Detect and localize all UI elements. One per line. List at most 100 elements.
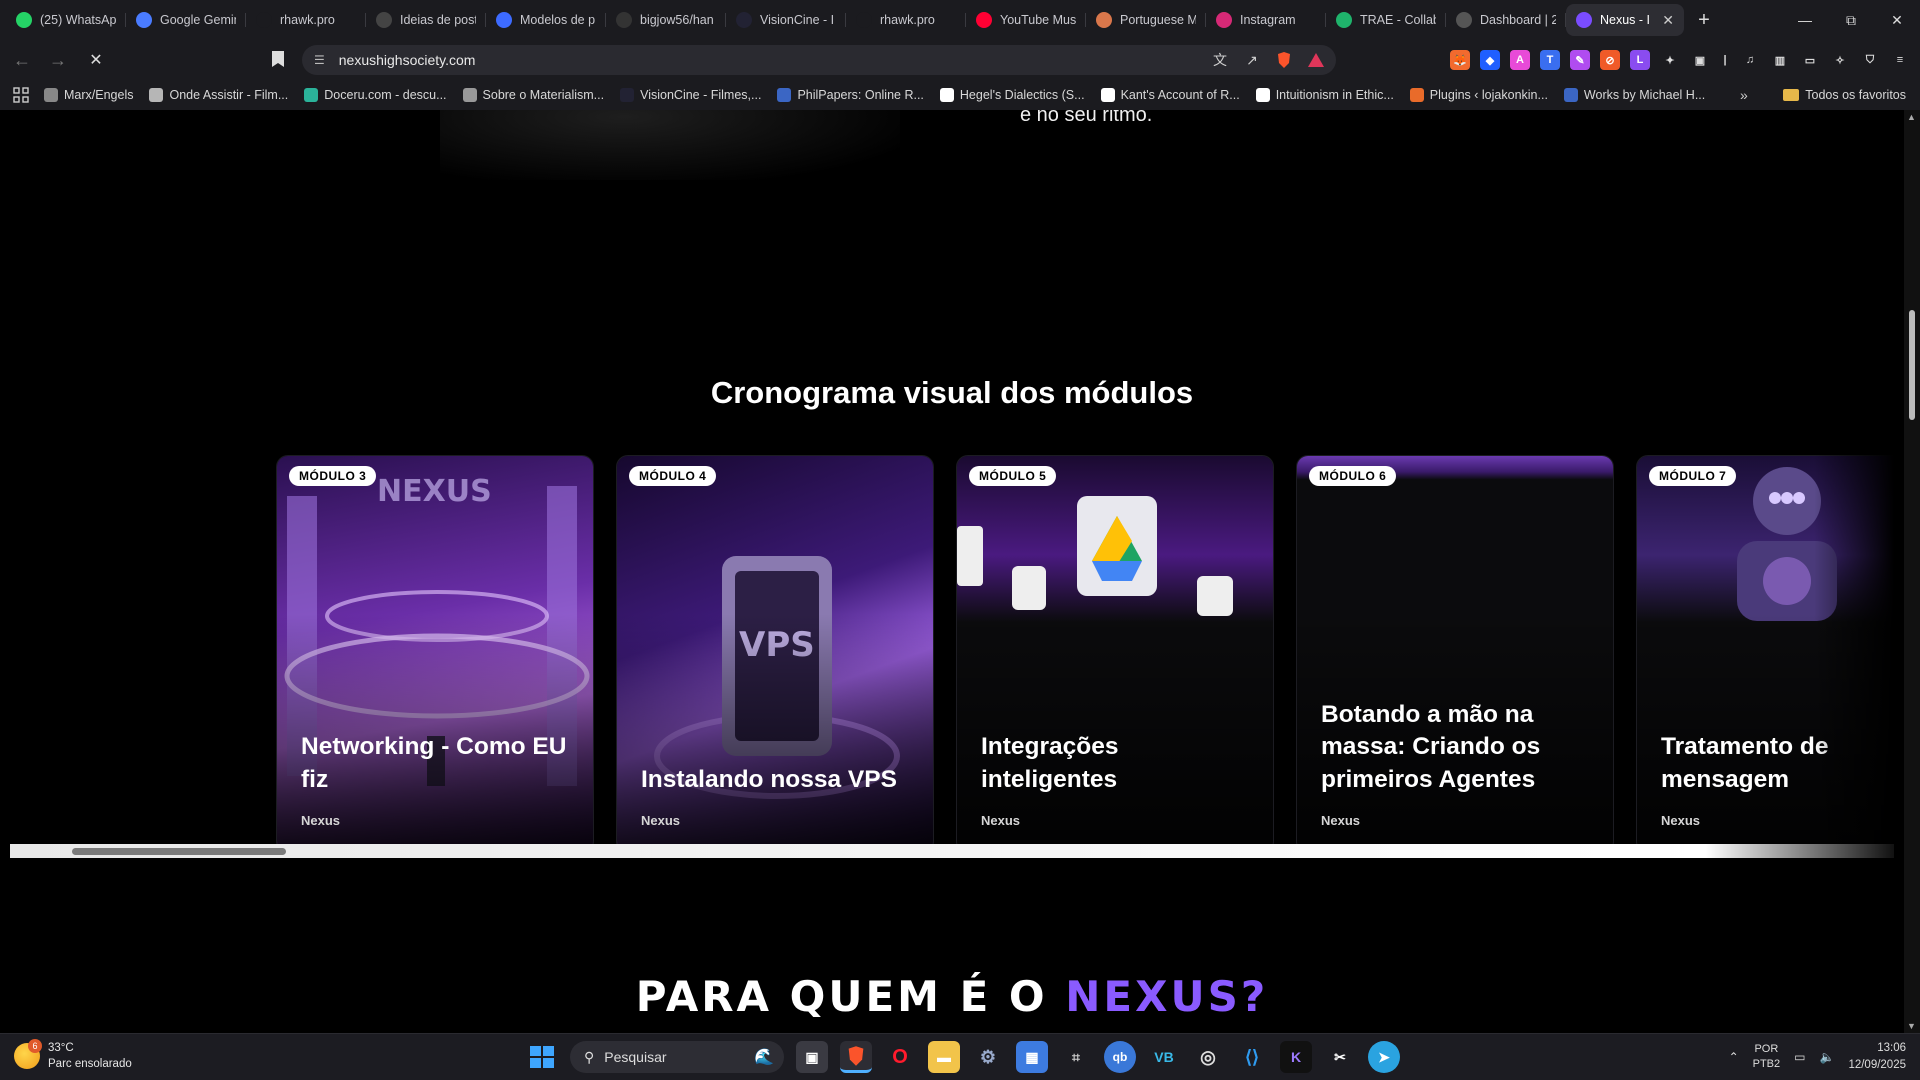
new-tab-button[interactable]: + xyxy=(1690,6,1718,34)
bookmark-item[interactable]: Onde Assistir - Film... xyxy=(141,88,296,102)
brave-shields-icon[interactable] xyxy=(1274,50,1294,70)
file-explorer-icon[interactable]: ▬ xyxy=(928,1041,960,1073)
tray-overflow-icon[interactable]: ⌃ xyxy=(1729,1050,1739,1064)
notes-extension-icon[interactable]: ✎ xyxy=(1570,50,1590,70)
metamask-icon[interactable]: 🦊 xyxy=(1450,50,1470,70)
close-tab-icon[interactable]: ✕ xyxy=(1662,12,1674,29)
bookmark-item[interactable]: Sobre o Materialism... xyxy=(455,88,613,102)
bookmark-page-icon[interactable] xyxy=(270,50,286,68)
bookmark-label: VisionCine - Filmes,... xyxy=(640,88,762,102)
windows-start-icon[interactable] xyxy=(524,1040,558,1074)
back-icon[interactable]: ← xyxy=(8,46,36,74)
wallet-icon[interactable]: ▭ xyxy=(1800,50,1820,70)
bookmark-item[interactable]: Intuitionism in Ethic... xyxy=(1248,88,1402,102)
translator-extension-icon[interactable]: T xyxy=(1540,50,1560,70)
microsoft-store-icon[interactable]: ▦ xyxy=(1016,1041,1048,1073)
scroll-up-icon[interactable]: ▲ xyxy=(1907,112,1916,122)
carousel-scrollbar-thumb[interactable] xyxy=(72,848,286,855)
restore-icon[interactable]: ⧉ xyxy=(1828,0,1874,40)
utility-app-icon[interactable]: ⌗ xyxy=(1060,1041,1092,1073)
minimize-icon[interactable]: — xyxy=(1782,0,1828,40)
sidebar-icon[interactable]: ▥ xyxy=(1770,50,1790,70)
network-icon[interactable]: ▭ xyxy=(1794,1050,1805,1064)
browser-tab[interactable]: Google Gemini xyxy=(126,4,246,36)
taskbar-apps: ⚲ Pesquisar 🌊 ▣ O ▬ ⚙ ▦ ⌗ qb VB ◎ ⟨⟩ K ✂… xyxy=(524,1040,1400,1074)
bookmark-item[interactable]: Plugins ‹ lojakonkin... xyxy=(1402,88,1556,102)
opera-icon[interactable]: O xyxy=(884,1041,916,1073)
extensions-puzzle-icon[interactable]: ✦ xyxy=(1660,50,1680,70)
menu-icon[interactable]: ≡ xyxy=(1890,50,1910,70)
shield-extension-icon[interactable]: ◆ xyxy=(1480,50,1500,70)
translate-icon[interactable]: 文 xyxy=(1210,50,1230,70)
stop-loading-icon[interactable]: ✕ xyxy=(82,46,110,74)
music-icon[interactable]: ♫ xyxy=(1740,50,1760,70)
browser-tab[interactable]: TRAE - Collab xyxy=(1326,4,1446,36)
volume-icon[interactable]: 🔈 xyxy=(1819,1050,1834,1064)
qbittorrent-icon[interactable]: qb xyxy=(1104,1041,1136,1073)
leo-ai-icon[interactable]: ✧ xyxy=(1830,50,1850,70)
module-card[interactable]: NEXUS MÓDULO 3 Networking - Como EU fiz Ne… xyxy=(276,455,594,853)
share-icon[interactable]: ↗ xyxy=(1242,50,1262,70)
site-info-icon[interactable]: ☰ xyxy=(314,53,325,67)
taskbar-search[interactable]: ⚲ Pesquisar 🌊 xyxy=(570,1041,784,1073)
browser-tab[interactable]: bigjow56/han xyxy=(606,4,726,36)
url-text[interactable]: nexushighsociety.com xyxy=(339,52,476,68)
bookmark-item[interactable]: Hegel's Dialectics (S... xyxy=(932,88,1093,102)
vscode-icon[interactable]: ⟨⟩ xyxy=(1236,1041,1268,1073)
bookmark-item[interactable]: Kant's Account of R... xyxy=(1093,88,1248,102)
screenshot-icon[interactable]: ▣ xyxy=(1690,50,1710,70)
page-scrollbar-thumb[interactable] xyxy=(1909,310,1915,420)
capcut-icon[interactable]: ✂ xyxy=(1324,1041,1356,1073)
telegram-icon[interactable]: ➤ xyxy=(1368,1041,1400,1073)
browser-tab[interactable]: Ideias de posts xyxy=(366,4,486,36)
brave-browser-icon[interactable] xyxy=(840,1041,872,1073)
clock[interactable]: 13:06 12/09/2025 xyxy=(1848,1040,1906,1075)
tab-title: Ideias de posts xyxy=(400,13,476,27)
browser-tab[interactable]: VisionCine - I xyxy=(726,4,846,36)
bookmark-item[interactable]: Doceru.com - descu... xyxy=(296,88,454,102)
all-bookmarks-folder[interactable]: Todos os favoritos xyxy=(1783,88,1906,102)
browser-tab[interactable]: rhawk.pro xyxy=(246,4,366,36)
apps-grid-icon[interactable] xyxy=(6,87,36,103)
ai-extension-icon[interactable]: A xyxy=(1510,50,1530,70)
browser-tab[interactable]: Nexus - I ✕ xyxy=(1566,4,1684,36)
tab-title: Instagram xyxy=(1240,13,1296,27)
bookmark-item[interactable]: Works by Michael H... xyxy=(1556,88,1713,102)
module-card[interactable]: VPS MÓDULO 4Instalando nossa VPSNexus xyxy=(616,455,934,853)
module-card[interactable]: MÓDULO 6 Botando a mão na massa: Criando … xyxy=(1296,455,1614,853)
browser-tab[interactable]: rhawk.pro xyxy=(846,4,966,36)
input-language[interactable]: POR PTB2 xyxy=(1753,1042,1781,1073)
tab-title: Modelos de p xyxy=(520,13,596,27)
address-bar[interactable]: ☰ nexushighsociety.com 文 ↗ xyxy=(302,45,1336,75)
scroll-down-icon[interactable]: ▼ xyxy=(1907,1021,1916,1031)
obs-icon[interactable]: ◎ xyxy=(1192,1041,1224,1073)
more-bookmarks-button[interactable]: » xyxy=(1740,87,1748,103)
kortex-app-icon[interactable]: K xyxy=(1280,1041,1312,1073)
virtualbox-icon[interactable]: VB xyxy=(1148,1041,1180,1073)
bookmark-item[interactable]: PhilPapers: Online R... xyxy=(769,88,931,102)
forward-icon[interactable]: → xyxy=(44,46,72,74)
page-scrollbar[interactable]: ▲ ▼ xyxy=(1904,110,1920,1033)
carousel-scrollbar[interactable] xyxy=(10,844,1894,858)
lr-extension-icon[interactable]: L xyxy=(1630,50,1650,70)
task-view-icon[interactable]: ▣ xyxy=(796,1041,828,1073)
browser-tab[interactable]: Portuguese M xyxy=(1086,4,1206,36)
browser-tab[interactable]: Instagram xyxy=(1206,4,1326,36)
keyboard-layout: PTB2 xyxy=(1752,1058,1781,1071)
close-window-icon[interactable]: ✕ xyxy=(1874,0,1920,40)
bookmark-item[interactable]: VisionCine - Filmes,... xyxy=(612,88,769,102)
carousel-fade xyxy=(1814,445,1894,855)
weather-widget[interactable]: 6 33°C Parc ensolarado xyxy=(14,1039,132,1072)
modules-carousel[interactable]: roxio xus E 2o de networking NEXUS MÓDUL… xyxy=(10,445,1894,855)
vpn-icon[interactable]: ⛉ xyxy=(1860,50,1880,70)
block-extension-icon[interactable]: ⊘ xyxy=(1600,50,1620,70)
steam-icon[interactable]: ⚙ xyxy=(972,1041,1004,1073)
browser-tab[interactable]: (25) WhatsApp xyxy=(6,4,126,36)
browser-tab[interactable]: YouTube Mus xyxy=(966,4,1086,36)
module-card[interactable]: MÓDULO 5 Integrações inteligentes Nexus xyxy=(956,455,1274,853)
browser-tab[interactable]: Dashboard | 2 xyxy=(1446,4,1566,36)
brave-rewards-icon[interactable] xyxy=(1306,50,1326,70)
browser-tab[interactable]: Modelos de p xyxy=(486,4,606,36)
module-author: Nexus xyxy=(1661,813,1701,828)
bookmark-item[interactable]: Marx/Engels xyxy=(36,88,141,102)
